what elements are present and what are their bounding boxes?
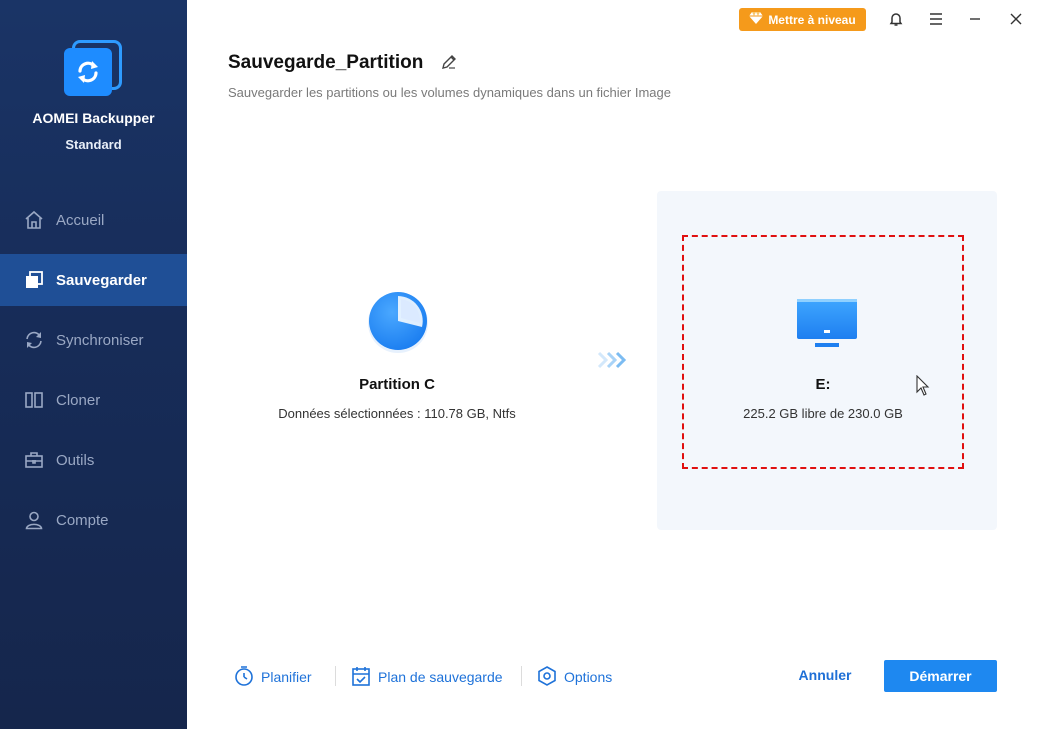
monitor-icon bbox=[795, 297, 859, 349]
home-icon bbox=[24, 210, 44, 230]
upgrade-label: Mettre à niveau bbox=[768, 12, 856, 27]
minimize-icon[interactable] bbox=[964, 8, 986, 30]
app-logo bbox=[64, 38, 124, 100]
sidebar-item-accueil[interactable]: Accueil bbox=[0, 194, 187, 246]
schedule-label: Planifier bbox=[261, 669, 312, 685]
user-icon bbox=[24, 510, 44, 530]
cancel-button[interactable]: Annuler bbox=[790, 667, 860, 683]
upgrade-button[interactable]: Mettre à niveau bbox=[739, 8, 866, 31]
page-title: Sauvegarde_Partition bbox=[228, 52, 424, 73]
diamond-icon bbox=[749, 12, 764, 27]
bell-icon[interactable] bbox=[885, 8, 907, 30]
sidebar-item-label: Compte bbox=[56, 511, 109, 529]
backup-scheme-button[interactable]: Plan de sauvegarde bbox=[351, 664, 503, 690]
schedule-button[interactable]: Planifier bbox=[234, 664, 312, 690]
options-label: Options bbox=[564, 669, 613, 685]
close-icon[interactable] bbox=[1005, 8, 1027, 30]
toolbox-icon bbox=[24, 450, 44, 470]
sidebar-item-outils[interactable]: Outils bbox=[0, 434, 187, 486]
app-name: AOMEI Backupper bbox=[32, 110, 155, 126]
sidebar-item-label: Outils bbox=[56, 451, 95, 469]
sync-icon bbox=[24, 330, 44, 350]
gear-icon bbox=[537, 665, 557, 689]
toolbar-divider bbox=[521, 666, 522, 686]
source-info: Données sélectionnées : 110.78 GB, Ntfs bbox=[278, 406, 516, 421]
backup-scheme-label: Plan de sauvegarde bbox=[378, 669, 503, 685]
sidebar-item-synchroniser[interactable]: Synchroniser bbox=[0, 314, 187, 366]
start-button[interactable]: Démarrer bbox=[884, 660, 997, 692]
destination-info: 225.2 GB libre de 230.0 GB bbox=[743, 406, 903, 421]
sidebar-item-label: Accueil bbox=[56, 211, 105, 229]
menu-icon[interactable] bbox=[925, 8, 947, 30]
options-button[interactable]: Options bbox=[537, 664, 612, 690]
partition-pie-icon[interactable] bbox=[366, 290, 430, 354]
calendar-check-icon bbox=[351, 665, 371, 690]
sidebar: AOMEI Backupper Standard Accueil Sauvega… bbox=[0, 0, 187, 729]
double-chevron-right-icon bbox=[597, 350, 629, 370]
clone-icon bbox=[24, 390, 44, 410]
toolbar-divider bbox=[335, 666, 336, 686]
backup-icon bbox=[24, 270, 44, 290]
page-subtitle: Sauvegarder les partitions ou les volume… bbox=[228, 85, 671, 100]
destination-selector[interactable] bbox=[682, 235, 964, 469]
sidebar-item-cloner[interactable]: Cloner bbox=[0, 374, 187, 426]
source-name: Partition C bbox=[359, 376, 435, 393]
app-edition: Standard bbox=[65, 137, 122, 152]
sidebar-item-compte[interactable]: Compte bbox=[0, 494, 187, 546]
mouse-cursor-icon bbox=[916, 374, 930, 397]
sidebar-item-label: Cloner bbox=[56, 391, 101, 409]
pencil-edit-icon[interactable] bbox=[440, 53, 458, 71]
stopwatch-icon bbox=[234, 665, 254, 690]
sidebar-item-sauvegarder[interactable]: Sauvegarder bbox=[0, 254, 187, 306]
sidebar-item-label: Sauvegarder bbox=[56, 271, 147, 289]
sidebar-item-label: Synchroniser bbox=[56, 331, 144, 349]
